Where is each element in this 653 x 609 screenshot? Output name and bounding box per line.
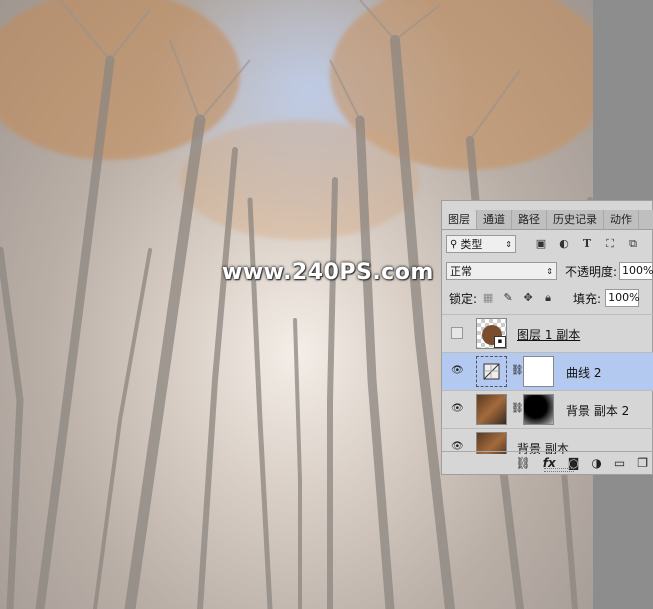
curves-icon (483, 363, 500, 380)
group-folder-icon[interactable]: ▭ (614, 456, 625, 470)
adjustment-filter-icon[interactable]: ◐ (557, 237, 571, 251)
lock-label: 锁定: (449, 291, 478, 306)
eye-icon[interactable]: 👁︎ (451, 404, 465, 414)
eye-icon[interactable]: 👁︎ (451, 366, 465, 376)
blend-mode-value: 正常 (450, 265, 472, 278)
new-layer-icon[interactable]: ❐ (637, 456, 648, 470)
layer-mask-thumbnail[interactable] (523, 394, 554, 425)
layer-thumbnail: ▪ (476, 318, 507, 349)
lock-row: 锁定: ▦ ✎ ✥ 🔒︎ 填充: 100% (442, 285, 653, 311)
type-filter-icon[interactable]: T (580, 237, 594, 251)
adjustment-icon[interactable]: ◑ (591, 456, 601, 470)
filter-type-label: 类型 (460, 238, 483, 251)
smart-object-badge-icon: ▪ (494, 336, 506, 348)
chevron-updown-icon: ⇕ (546, 266, 553, 276)
image-filter-icon[interactable]: ▣ (534, 237, 548, 251)
fill-field[interactable]: 100% (605, 289, 640, 307)
link-chain-icon[interactable]: ⛓︎ (511, 403, 524, 414)
layer-name[interactable]: 曲线 2 (566, 364, 601, 381)
fill-label: 填充: (573, 291, 602, 306)
resize-grip[interactable] (544, 468, 574, 472)
link-chain-icon[interactable]: ⛓︎ (511, 365, 524, 376)
blend-mode-select[interactable]: 正常 ⇕ (446, 262, 557, 280)
visibility-toggle-off[interactable] (451, 327, 463, 339)
layer-row-selected[interactable]: 👁︎ ⛓︎ 曲线 2 (442, 352, 653, 390)
tab-actions[interactable]: 动作 (604, 210, 639, 229)
layer-row[interactable]: 👁︎ ⛓︎ 背景 副本 2 (442, 390, 653, 428)
tab-layers[interactable]: 图层 (442, 210, 477, 229)
lock-position-icon[interactable]: ✥ (521, 291, 535, 305)
layer-mask-thumbnail[interactable] (523, 356, 554, 387)
lock-all-icon[interactable]: 🔒︎ (541, 291, 555, 305)
layer-thumbnail (476, 394, 507, 425)
smart-object-filter-icon[interactable]: ⧉ (626, 237, 640, 251)
tab-paths[interactable]: 路径 (512, 210, 547, 229)
filter-type-select[interactable]: ⚲ 类型 ⇕ (446, 235, 516, 253)
tab-history[interactable]: 历史记录 (547, 210, 604, 229)
layer-row[interactable]: ▪ 图层 1 副本 (442, 314, 653, 352)
lock-pixels-icon[interactable]: ✎ (501, 291, 515, 305)
chevron-updown-icon: ⇕ (505, 239, 512, 249)
shape-filter-icon[interactable]: ⛶ (603, 237, 617, 251)
curves-adjustment-thumbnail (476, 356, 507, 387)
layers-panel: 图层 通道 路径 历史记录 动作 ⚲ 类型 ⇕ ▣ ◐ T ⛶ ⧉ 正常 ⇕ 不… (441, 200, 653, 475)
layer-name[interactable]: 背景 副本 2 (566, 402, 629, 419)
blend-row: 正常 ⇕ 不透明度: 100% (442, 258, 653, 284)
tab-channels[interactable]: 通道 (477, 210, 512, 229)
panel-tabs: 图层 通道 路径 历史记录 动作 (442, 210, 653, 230)
link-icon[interactable]: ⛓︎ (516, 456, 531, 470)
panel-bottom-bar: ⛓︎ fx ◙ ◑ ▭ ❐ (442, 451, 653, 474)
search-icon: ⚲ (450, 238, 458, 250)
watermark-text: www.240PS.com (222, 260, 434, 285)
lock-transparency-icon[interactable]: ▦ (481, 291, 495, 305)
layer-name[interactable]: 图层 1 副本 (517, 326, 580, 343)
opacity-label: 不透明度: (565, 264, 618, 279)
opacity-field[interactable]: 100% (619, 262, 653, 280)
filter-row: ⚲ 类型 ⇕ ▣ ◐ T ⛶ ⧉ (442, 231, 653, 257)
